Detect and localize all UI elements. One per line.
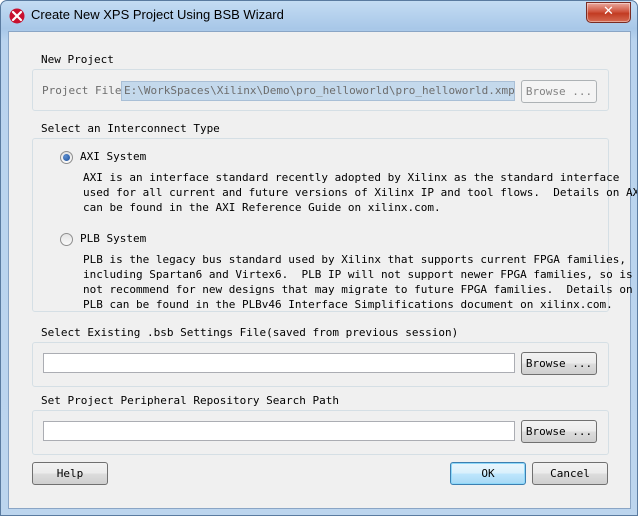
help-button[interactable]: Help [32,462,108,485]
project-file-browse-button[interactable]: Browse ... [521,80,597,103]
window-title: Create New XPS Project Using BSB Wizard [31,7,284,22]
repository-group-label: Set Project Peripheral Repository Search… [41,394,340,407]
axi-system-label[interactable]: AXI System [80,150,146,163]
bsb-settings-browse-button[interactable]: Browse ... [521,352,597,375]
title-bar[interactable]: Create New XPS Project Using BSB Wizard … [1,1,637,31]
close-icon: ✕ [603,4,614,19]
repository-path-input[interactable] [43,421,515,441]
radio-selected-dot [63,154,70,161]
project-file-input[interactable]: E:\WorkSpaces\Xilinx\Demo\pro_helloworld… [121,81,515,101]
axi-description: AXI is an interface standard recently ad… [83,171,637,214]
project-file-label: Project File [42,84,122,97]
bsb-settings-group-label: Select Existing .bsb Settings File(saved… [41,326,459,339]
cancel-button[interactable]: Cancel [532,462,608,485]
xilinx-app-icon [9,8,25,24]
window-close-button[interactable]: ✕ [586,2,631,23]
plb-system-label[interactable]: PLB System [80,232,146,245]
bsb-settings-file-input[interactable] [43,353,515,373]
new-project-group-label: New Project [41,53,114,66]
plb-system-radio[interactable] [60,233,73,246]
plb-description: PLB is the legacy bus standard used by X… [83,253,633,311]
wizard-window: Create New XPS Project Using BSB Wizard … [0,0,638,516]
interconnect-group-label: Select an Interconnect Type [41,122,220,135]
ok-button[interactable]: OK [450,462,526,485]
dialog-client-area: New Project Project File E:\WorkSpaces\X… [8,31,637,509]
axi-system-radio[interactable] [60,151,73,164]
repository-browse-button[interactable]: Browse ... [521,420,597,443]
